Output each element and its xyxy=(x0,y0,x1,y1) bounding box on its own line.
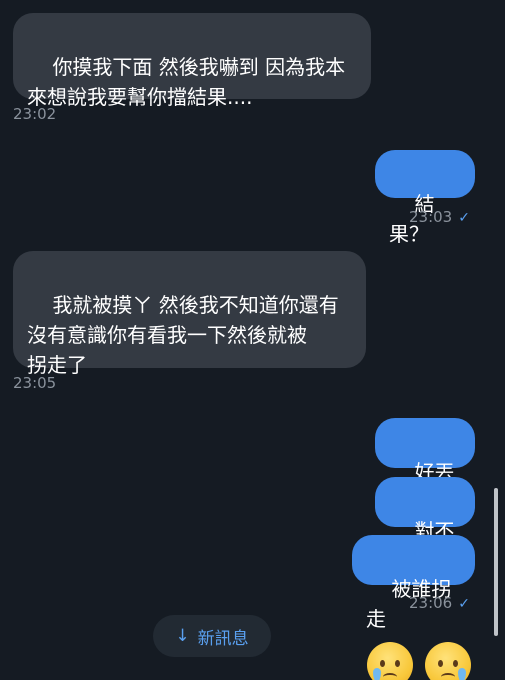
message-timestamp: 23:03 ✓ xyxy=(409,208,470,226)
crying-face-icon[interactable] xyxy=(425,642,471,680)
scrollbar-thumb[interactable] xyxy=(494,488,498,636)
outgoing-message-bubble[interactable]: 好丟臉 xyxy=(375,418,475,514)
incoming-message-bubble[interactable]: 我就被摸ㄚ 然後我不知道你還有 沒有意識你有看我一下然後就被 拐走了 xyxy=(13,251,366,377)
incoming-message-bubble[interactable]: 你摸我下面 然後我嚇到 因為我本 來想說我要幫你擋結果.... xyxy=(13,13,371,109)
message-text: 我就被摸ㄚ 然後我不知道你還有 沒有意識你有看我一下然後就被 拐走了 xyxy=(27,293,339,377)
message-timestamp: 23:02 xyxy=(13,105,57,123)
new-messages-button[interactable]: ↓ 新訊息 xyxy=(153,615,271,657)
message-text: 你摸我下面 然後我嚇到 因為我本 來想說我要幫你擋結果.... xyxy=(27,55,346,109)
outgoing-message-bubble[interactable]: 被誰拐走 xyxy=(352,535,475,631)
arrow-down-icon: ↓ xyxy=(175,626,190,646)
message-timestamp: 23:05 xyxy=(13,374,57,392)
outgoing-message-bubble[interactable]: 對不起 xyxy=(375,477,475,573)
chat-thread: 你摸我下面 然後我嚇到 因為我本 來想說我要幫你擋結果.... 23:02 結果… xyxy=(0,0,505,680)
new-messages-label: 新訊息 xyxy=(197,628,249,649)
crying-face-icon[interactable] xyxy=(367,642,413,680)
message-timestamp: 23:06 ✓ xyxy=(409,594,470,612)
outgoing-message-bubble[interactable]: 結果？ xyxy=(375,150,475,246)
read-check-icon: ✓ xyxy=(458,210,470,226)
read-check-icon: ✓ xyxy=(458,596,470,612)
